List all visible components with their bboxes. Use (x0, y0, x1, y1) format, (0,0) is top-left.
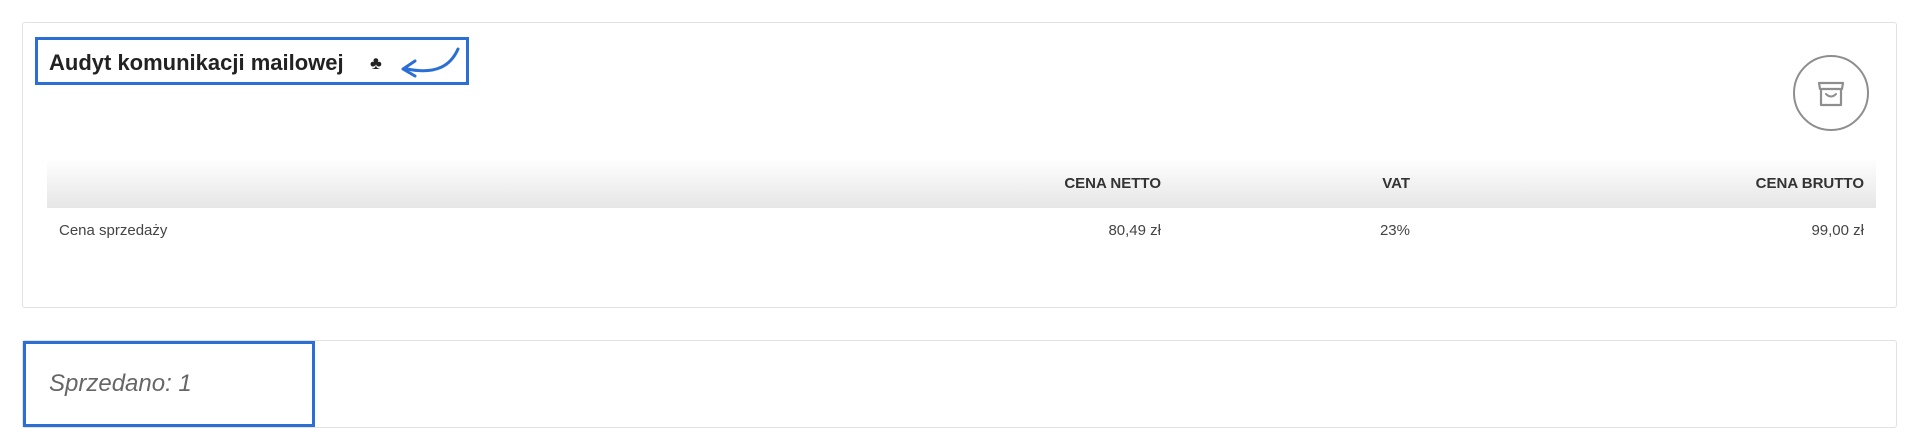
club-icon: ♣ (370, 53, 382, 73)
curved-arrow-icon (401, 47, 460, 78)
row-label: Cena sprzedaży (59, 221, 168, 239)
add-to-cart-button[interactable] (1793, 55, 1869, 131)
product-card: Audyt komunikacji mailowej ♣ CENA NETTO … (22, 22, 1897, 308)
gross-price-value: 99,00 zł (1811, 221, 1864, 239)
shopping-bag-icon (1817, 81, 1845, 107)
sold-count: Sprzedano: 1 (49, 370, 192, 397)
header-vat: VAT (1382, 174, 1410, 192)
header-gross-price: CENA BRUTTO (1755, 174, 1864, 192)
header-label (47, 158, 971, 208)
table-row: Cena sprzedaży 80,49 zł 23% 99,00 zł (47, 208, 1876, 252)
net-price-value: 80,49 zł (1108, 221, 1161, 239)
price-table-header-row: CENA NETTO VAT CENA BRUTTO (47, 158, 1876, 208)
price-table: CENA NETTO VAT CENA BRUTTO Cena sprzedaż… (47, 158, 1876, 252)
sold-card: Sprzedano: 1 (22, 340, 1897, 428)
vat-value: 23% (1379, 221, 1410, 239)
header-net-price: CENA NETTO (1064, 174, 1161, 192)
product-title: Audyt komunikacji mailowej (49, 50, 344, 75)
